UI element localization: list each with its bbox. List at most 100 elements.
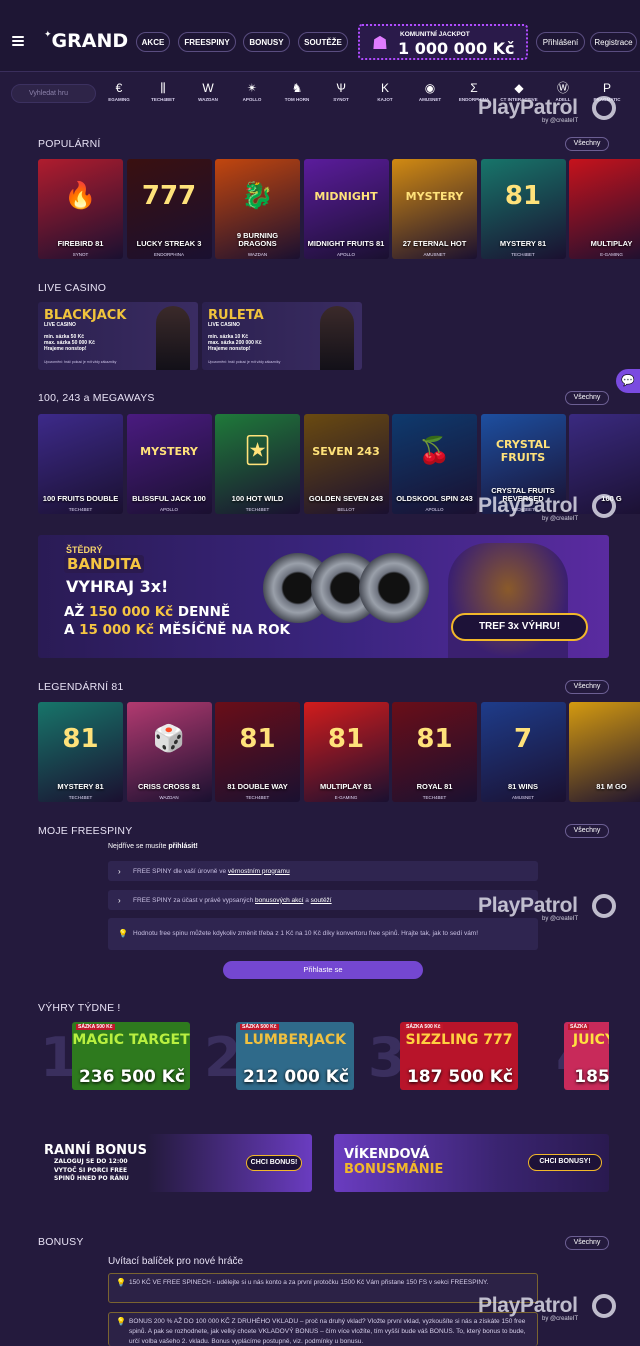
game-tile[interactable]: 81 MYSTERY 81 TECH4BET (480, 159, 566, 259)
game-tile[interactable]: 100 FRUITS DOUBLE TECH4BET (38, 414, 123, 514)
game-tile[interactable]: 81 81 DOUBLE WAY TECH4BET (215, 702, 300, 802)
banner-headline: VYHRAJ 3x! (66, 577, 169, 596)
megaways-all-button[interactable]: Všechny (565, 391, 609, 405)
bonus-item-freespins: 💡 150 KČ VE FREE SPINECH - udělejte si u … (108, 1273, 538, 1303)
weekend-bonus-button[interactable]: CHCI BONUSY! (528, 1154, 602, 1171)
live-table-ruleta[interactable]: RULETA LIVE CASINO min. sázka 10 Kč max. … (202, 302, 362, 370)
dealer-image (156, 306, 190, 370)
game-name: MYSTERY 81 (499, 239, 547, 248)
nav-akce[interactable]: AKCE (136, 32, 170, 52)
promo-morning-bonus[interactable]: RANNÍ BONUS ZALOGUJ SE DO 12:00 VYTOČ SI… (38, 1134, 312, 1192)
chevron-right-icon: › (118, 895, 121, 905)
freespins-login-button[interactable]: Přihlaste se (223, 961, 423, 979)
weekly-win-card[interactable]: 2 LUMBERJACK SÁZKA 500 Kč 212 000 Kč (204, 1022, 356, 1090)
game-tile[interactable]: 7 81 WINS AMUSNET (480, 702, 566, 802)
banner-cta-button[interactable]: TREF 3x VÝHRU! (451, 613, 588, 641)
game-tile[interactable]: 777 LUCKY STREAK 3 ENDORPHINA (126, 159, 212, 259)
game-provider: TECH4BET (511, 252, 535, 257)
jackpot-label: KOMUNITNÍ JACKPOT (400, 31, 470, 38)
register-button[interactable]: Registrace (590, 32, 637, 52)
nav-souteze[interactable]: SOUTĚŽE (298, 32, 348, 52)
live-table-name: RULETA (208, 308, 264, 323)
menu-icon[interactable] (12, 36, 24, 48)
game-name: MYSTERY 81 (57, 782, 104, 791)
weekly-win-card[interactable]: 3 SIZZLING 777 SÁZKA 500 Kč 187 500 Kč (368, 1022, 520, 1090)
provider-tech4bet[interactable]: ⫼ TECH4BET (143, 80, 183, 102)
game-provider: ENDORPHINA (153, 252, 184, 257)
freespins-all-button[interactable]: Všechny (565, 824, 609, 838)
game-provider: TECH4BET (422, 795, 447, 800)
game-provider: TECH4BET (68, 507, 93, 512)
game-name: 100 FRUITS DOUBLE (42, 494, 119, 503)
freespins-promo-row[interactable]: › FREE SPINY za účast v právě vypsaných … (108, 890, 538, 910)
nav-freespiny[interactable]: FREESPINY (178, 32, 236, 52)
game-name: 81 WINS (507, 782, 538, 791)
game-tile[interactable]: MIDNIGHT MIDNIGHT FRUITS 81 APOLLO (303, 159, 389, 259)
game-tile[interactable]: MULTIPLAY E-GAMING (569, 159, 640, 259)
weekly-win-card[interactable]: 1 MAGIC TARGET SÁZKA 500 Kč 236 500 Kč (40, 1022, 192, 1090)
nav-bonusy[interactable]: BONUSY (243, 32, 290, 52)
game-tile[interactable]: 81 ROYAL 81 TECH4BET (392, 702, 477, 802)
live-table-label: LIVE CASINO (208, 322, 240, 328)
game-provider: BELLOT (337, 507, 355, 512)
game-tile[interactable]: MYSTERY 27 ETERNAL HOT AMUSNET (392, 159, 477, 259)
watermark: PlayPatrol by @createIT (478, 96, 618, 136)
game-provider: TECH4BET (245, 795, 270, 800)
freespins-loyalty-row[interactable]: › FREE SPINY dle vaší úrovně ve věrnostn… (108, 861, 538, 881)
promo-link[interactable]: bonusových akcí (255, 897, 303, 904)
live-table-name: BLACKJACK (44, 308, 127, 323)
popular-all-button[interactable]: Všechny (565, 137, 609, 151)
morning-bonus-button[interactable]: CHCI BONUS! (246, 1155, 302, 1171)
loyalty-link[interactable]: věrnostním programu (228, 868, 290, 875)
provider-kajot[interactable]: K KAJOT (365, 80, 405, 102)
game-tile[interactable]: MYSTERY BLISSFUL JACK 100 APOLLO (126, 414, 212, 514)
contest-link[interactable]: soutěží (311, 897, 332, 904)
logo[interactable]: ✦GRAND (44, 30, 128, 52)
game-tile[interactable]: 🍒 OLDSKOOL SPIN 243 APOLLO (392, 414, 477, 514)
watermark: PlayPatrol by @createIT (478, 1294, 618, 1334)
game-tile[interactable]: 81 M GO (569, 702, 640, 802)
provider-apollo[interactable]: ✴ APOLLO (232, 80, 272, 102)
game-tile[interactable]: 81 MULTIPLAY 81 E-GAMING (303, 702, 389, 802)
chat-icon[interactable]: 💬 (616, 369, 640, 393)
provider-amusnet[interactable]: ◉ AMUSNET (410, 80, 450, 102)
game-provider: E-GAMING (334, 795, 358, 800)
provider-wazdan[interactable]: W WAZDAN (188, 80, 228, 102)
section-title-freespins: MOJE FREESPINY (38, 825, 133, 837)
legendary-all-button[interactable]: Všechny (565, 680, 609, 694)
provider-synot[interactable]: Ѱ SYNOT (321, 80, 361, 102)
weekly-win-card[interactable]: 4 JUICY SÁZKA 185 (556, 1022, 609, 1090)
game-tile[interactable]: 🔥 FIREBIRD 81 SYNOT (38, 159, 123, 259)
freespins-login-notice: Nejdříve se musíte přihlásit! (108, 843, 198, 850)
jackpot-banner[interactable]: ☗ KOMUNITNÍ JACKPOT 1 000 000 Kč (358, 24, 528, 60)
win-amount: 185 (574, 1067, 609, 1087)
game-name: ROYAL 81 (416, 782, 453, 791)
promo-weekend-bonus[interactable]: VÍKENDOVÁ BONUSMÁNIE CHCI BONUSY! (334, 1134, 609, 1192)
live-table-blackjack[interactable]: BLACKJACK LIVE CASINO min. sázka 50 Kč ma… (38, 302, 198, 370)
promo-banner-bandita[interactable]: ŠTĚDRÝ BANDITA VYHRAJ 3x! AŽ 150 000 Kč … (38, 535, 609, 658)
search-input[interactable]: Vyhledat hru (11, 84, 96, 103)
game-provider: AMUSNET (423, 252, 446, 257)
game-name: 100 HOT WILD (231, 494, 284, 503)
game-name: 27 ETERNAL HOT (402, 239, 467, 248)
game-name: OLDSKOOL SPIN 243 (396, 494, 473, 503)
game-tile[interactable]: 🐉 9 BURNING DRAGONS WAZDAN (215, 159, 300, 259)
section-title-megaways: 100, 243 a MEGAWAYS (38, 392, 155, 404)
bonus-all-button[interactable]: Všechny (565, 1236, 609, 1250)
game-tile[interactable]: SEVEN 243 GOLDEN SEVEN 243 BELLOT (303, 414, 389, 514)
game-tile[interactable]: 🃏 100 HOT WILD TECH4BET (215, 414, 300, 514)
freespins-converter-info: 💡 Hodnotu free spinu můžete kdykoliv změ… (108, 918, 538, 950)
banner-offer: AŽ 150 000 Kč DENNĚ A 15 000 Kč MĚSÍČNĚ … (64, 604, 291, 638)
provider-tom-horn[interactable]: ♞ TOM HORN (277, 80, 317, 102)
game-provider: WAZDAN (247, 252, 268, 257)
provider-egaming[interactable]: € EGAMING (99, 80, 139, 102)
game-name: BLISSFUL JACK 100 (132, 494, 206, 503)
game-tile[interactable]: 81 MYSTERY 81 TECH4BET (38, 702, 123, 802)
game-name: 81 M GO (596, 782, 627, 791)
game-provider: APOLLO (336, 252, 355, 257)
win-amount: 187 500 Kč (406, 1067, 514, 1087)
login-button[interactable]: Přihlášení (536, 32, 585, 52)
game-tile[interactable]: 🎲 CRISS CROSS 81 WAZDAN (126, 702, 212, 802)
section-title-legendary: LEGENDÁRNÍ 81 (38, 681, 124, 693)
game-provider: APOLLO (425, 507, 444, 512)
